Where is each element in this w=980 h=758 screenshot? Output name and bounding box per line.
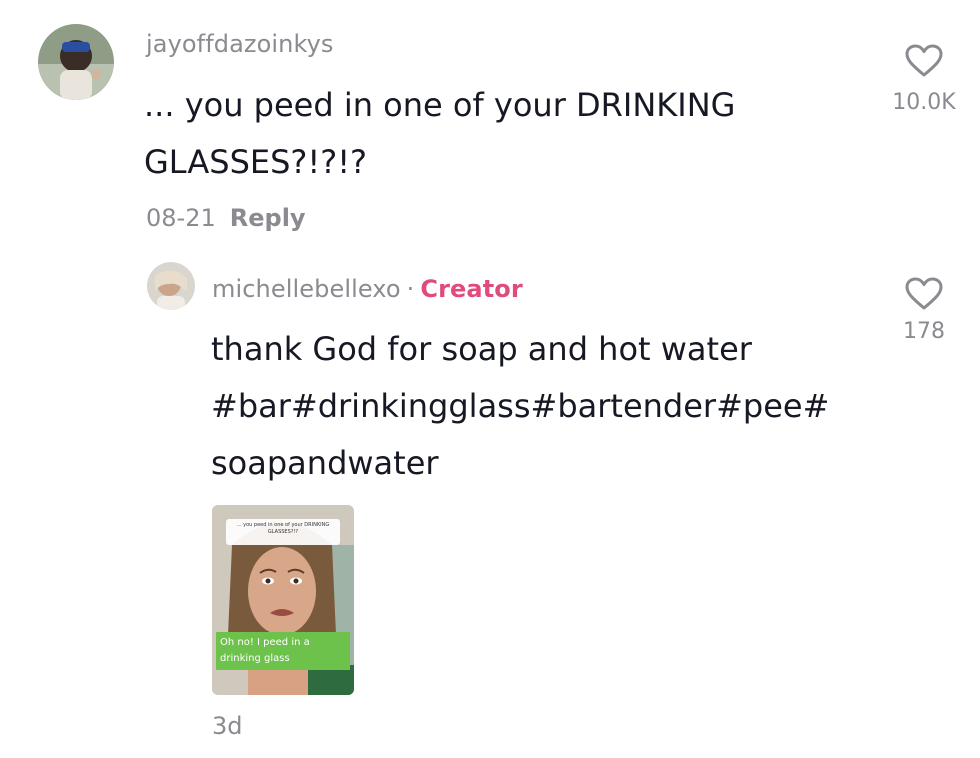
heart-outline-icon [905, 277, 943, 310]
video-caption: Oh no! I peed in a drinking glass [216, 632, 350, 670]
reply-username[interactable]: michellebellexo [212, 275, 401, 303]
video-overlay-question: ... you peed in one of your DRINKING GLA… [226, 519, 340, 545]
reply-avatar[interactable] [147, 262, 195, 310]
video-thumbnail[interactable]: ... you peed in one of your DRINKING GLA… [212, 505, 354, 695]
reply-age: 3d [212, 712, 243, 740]
reply-like-count: 178 [903, 319, 945, 344]
comment-like-count: 10.0K [892, 90, 956, 115]
separator-dot: · [406, 275, 415, 303]
reply-button[interactable]: Reply [230, 204, 306, 232]
reply-text-line-3: soapandwater [211, 444, 439, 482]
heart-outline-icon [905, 44, 943, 77]
reply-text-line-1: thank God for soap and hot water [211, 330, 752, 368]
reply-avatar-image [147, 262, 195, 310]
comment-username[interactable]: jayoffdazoinkys [146, 30, 334, 58]
avatar[interactable] [38, 24, 114, 100]
comment-text-line-2: GLASSES?!?!? [144, 143, 368, 181]
comment-date: 08-21 [146, 204, 216, 232]
comment-meta: 08-21 Reply [146, 204, 306, 232]
reply-like-button[interactable] [904, 276, 944, 312]
comment-like-button[interactable] [904, 43, 944, 79]
comment-text-line-1: ... you peed in one of your DRINKING [144, 86, 736, 124]
reply-header: michellebellexo · Creator [212, 275, 523, 303]
avatar-image [38, 24, 114, 100]
reply-text-line-2: #bar#drinkingglass#bartender#pee# [211, 387, 830, 425]
creator-badge: Creator [420, 275, 523, 303]
